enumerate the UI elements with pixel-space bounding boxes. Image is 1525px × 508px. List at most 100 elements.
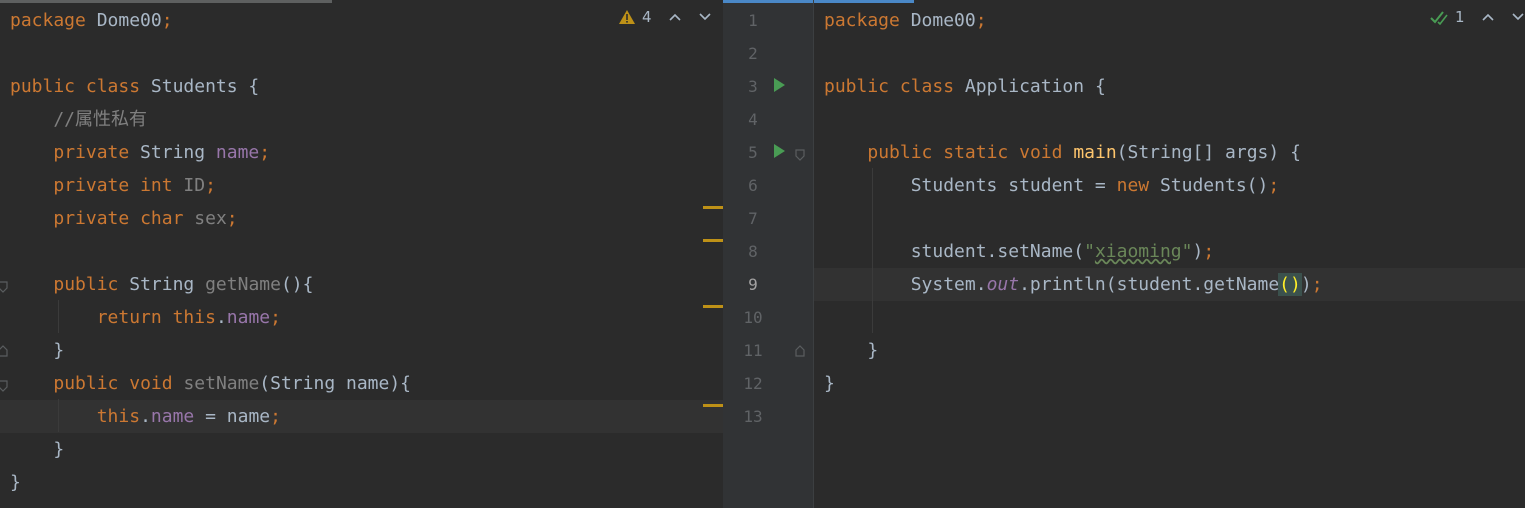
line-number[interactable]: 9 bbox=[733, 268, 773, 301]
code-line[interactable] bbox=[0, 235, 723, 268]
code-line[interactable]: } bbox=[0, 334, 723, 367]
code-line[interactable]: } bbox=[814, 334, 1525, 367]
next-highlight-icon[interactable] bbox=[698, 12, 712, 22]
line-number[interactable]: 7 bbox=[733, 202, 773, 235]
code-text: private int ID; bbox=[10, 169, 216, 202]
code-text: private char sex; bbox=[10, 202, 237, 235]
code-token: (String[] args) { bbox=[1116, 142, 1301, 163]
warning-stripe[interactable] bbox=[703, 239, 723, 242]
code-line[interactable]: package Dome00; bbox=[814, 4, 1525, 37]
warning-triangle-icon bbox=[618, 9, 636, 25]
line-number[interactable]: 11 bbox=[733, 334, 773, 367]
warning-stripe[interactable] bbox=[703, 404, 723, 407]
code-text: public void setName(String name){ bbox=[10, 367, 411, 400]
code-line[interactable]: private char sex; bbox=[0, 202, 723, 235]
warning-count: 4 bbox=[642, 8, 652, 26]
fold-icon[interactable] bbox=[793, 342, 807, 357]
code-token: static bbox=[943, 142, 1009, 163]
run-main-icon[interactable] bbox=[771, 143, 787, 159]
code-text: } bbox=[824, 367, 835, 400]
line-number[interactable]: 3 bbox=[733, 70, 773, 103]
students-editor[interactable]: package Dome00; public class Students { /… bbox=[0, 0, 723, 508]
previous-highlight-icon[interactable] bbox=[668, 12, 682, 22]
code-token: System. bbox=[824, 274, 987, 295]
inspection-widget[interactable]: 1 bbox=[1429, 8, 1525, 26]
code-token: Application { bbox=[954, 76, 1106, 97]
line-number[interactable]: 1 bbox=[733, 4, 773, 37]
code-line[interactable] bbox=[814, 103, 1525, 136]
code-line[interactable]: public class Students { bbox=[0, 70, 723, 103]
code-text: } bbox=[10, 433, 64, 466]
tab-indicator bbox=[723, 0, 813, 3]
code-line[interactable]: private String name; bbox=[0, 136, 723, 169]
code-token: ; bbox=[205, 175, 216, 196]
code-text: } bbox=[10, 466, 21, 499]
code-line[interactable]: this.name = name; bbox=[0, 400, 723, 433]
code-token: return bbox=[96, 307, 162, 328]
code-line[interactable]: System.out.println(student.getName()); bbox=[814, 268, 1525, 301]
warning-stripe[interactable] bbox=[703, 305, 723, 308]
line-number[interactable]: 6 bbox=[733, 169, 773, 202]
line-number[interactable]: 2 bbox=[733, 37, 773, 70]
fold-icon[interactable] bbox=[0, 278, 10, 293]
line-number[interactable]: 4 bbox=[733, 103, 773, 136]
code-line[interactable]: //属性私有 bbox=[0, 103, 723, 136]
code-line[interactable]: } bbox=[0, 433, 723, 466]
code-line[interactable]: public static void main(String[] args) { bbox=[814, 136, 1525, 169]
code-text: this.name = name; bbox=[10, 400, 281, 433]
code-line[interactable] bbox=[0, 37, 723, 70]
fold-icon[interactable] bbox=[0, 377, 10, 392]
inspection-widget[interactable]: 4 bbox=[618, 8, 712, 26]
code-token: ) bbox=[1192, 241, 1204, 262]
line-number[interactable]: 8 bbox=[733, 235, 773, 268]
line-number-gutter[interactable]: 1 2 3 4 5 6 7 8 9 10 11 12 13 bbox=[723, 0, 814, 508]
code-line[interactable]: student.setName("xiaoming"); bbox=[814, 235, 1525, 268]
run-class-icon[interactable] bbox=[771, 77, 787, 93]
line-number[interactable]: 5 bbox=[733, 136, 773, 169]
code-token: (){ bbox=[280, 274, 314, 295]
code-token: String bbox=[118, 274, 206, 295]
next-highlight-icon[interactable] bbox=[1511, 12, 1525, 22]
code-line[interactable] bbox=[814, 202, 1525, 235]
code-token: } bbox=[10, 439, 65, 460]
code-line[interactable]: } bbox=[814, 367, 1525, 400]
warning-stripe[interactable] bbox=[703, 206, 723, 209]
fold-icon[interactable] bbox=[0, 342, 10, 357]
code-line[interactable]: public class Application { bbox=[814, 70, 1525, 103]
code-line[interactable]: } bbox=[0, 466, 723, 499]
code-text: //属性私有 bbox=[10, 103, 147, 136]
line-number[interactable]: 10 bbox=[733, 301, 773, 334]
code-token: (String name){ bbox=[259, 373, 412, 394]
application-editor[interactable]: package Dome00; public class Application … bbox=[814, 0, 1525, 508]
typo-count: 1 bbox=[1455, 8, 1465, 26]
code-line[interactable]: public String getName(){ bbox=[0, 268, 723, 301]
code-token: ; bbox=[270, 406, 281, 427]
code-line[interactable]: return this.name; bbox=[0, 301, 723, 334]
tab-indicator bbox=[0, 0, 332, 3]
check-icon bbox=[1429, 9, 1449, 25]
code-line[interactable]: private int ID; bbox=[0, 169, 723, 202]
code-line[interactable]: Students student = new Students(); bbox=[814, 169, 1525, 202]
code-line[interactable] bbox=[814, 301, 1525, 334]
fold-icon[interactable] bbox=[793, 146, 807, 161]
code-line[interactable] bbox=[814, 400, 1525, 433]
code-token: ID bbox=[183, 175, 206, 196]
code-token: setName bbox=[183, 373, 260, 394]
code-token: public bbox=[867, 142, 933, 163]
line-number[interactable]: 12 bbox=[733, 367, 773, 400]
code-line[interactable]: public void setName(String name){ bbox=[0, 367, 723, 400]
indent-guide bbox=[58, 399, 59, 432]
code-text: return this.name; bbox=[10, 301, 281, 334]
code-token: Dome00 bbox=[899, 10, 976, 31]
previous-highlight-icon[interactable] bbox=[1481, 12, 1495, 22]
code-line[interactable]: package Dome00; bbox=[0, 4, 723, 37]
line-number[interactable]: 13 bbox=[733, 400, 773, 433]
code-line[interactable] bbox=[814, 37, 1525, 70]
